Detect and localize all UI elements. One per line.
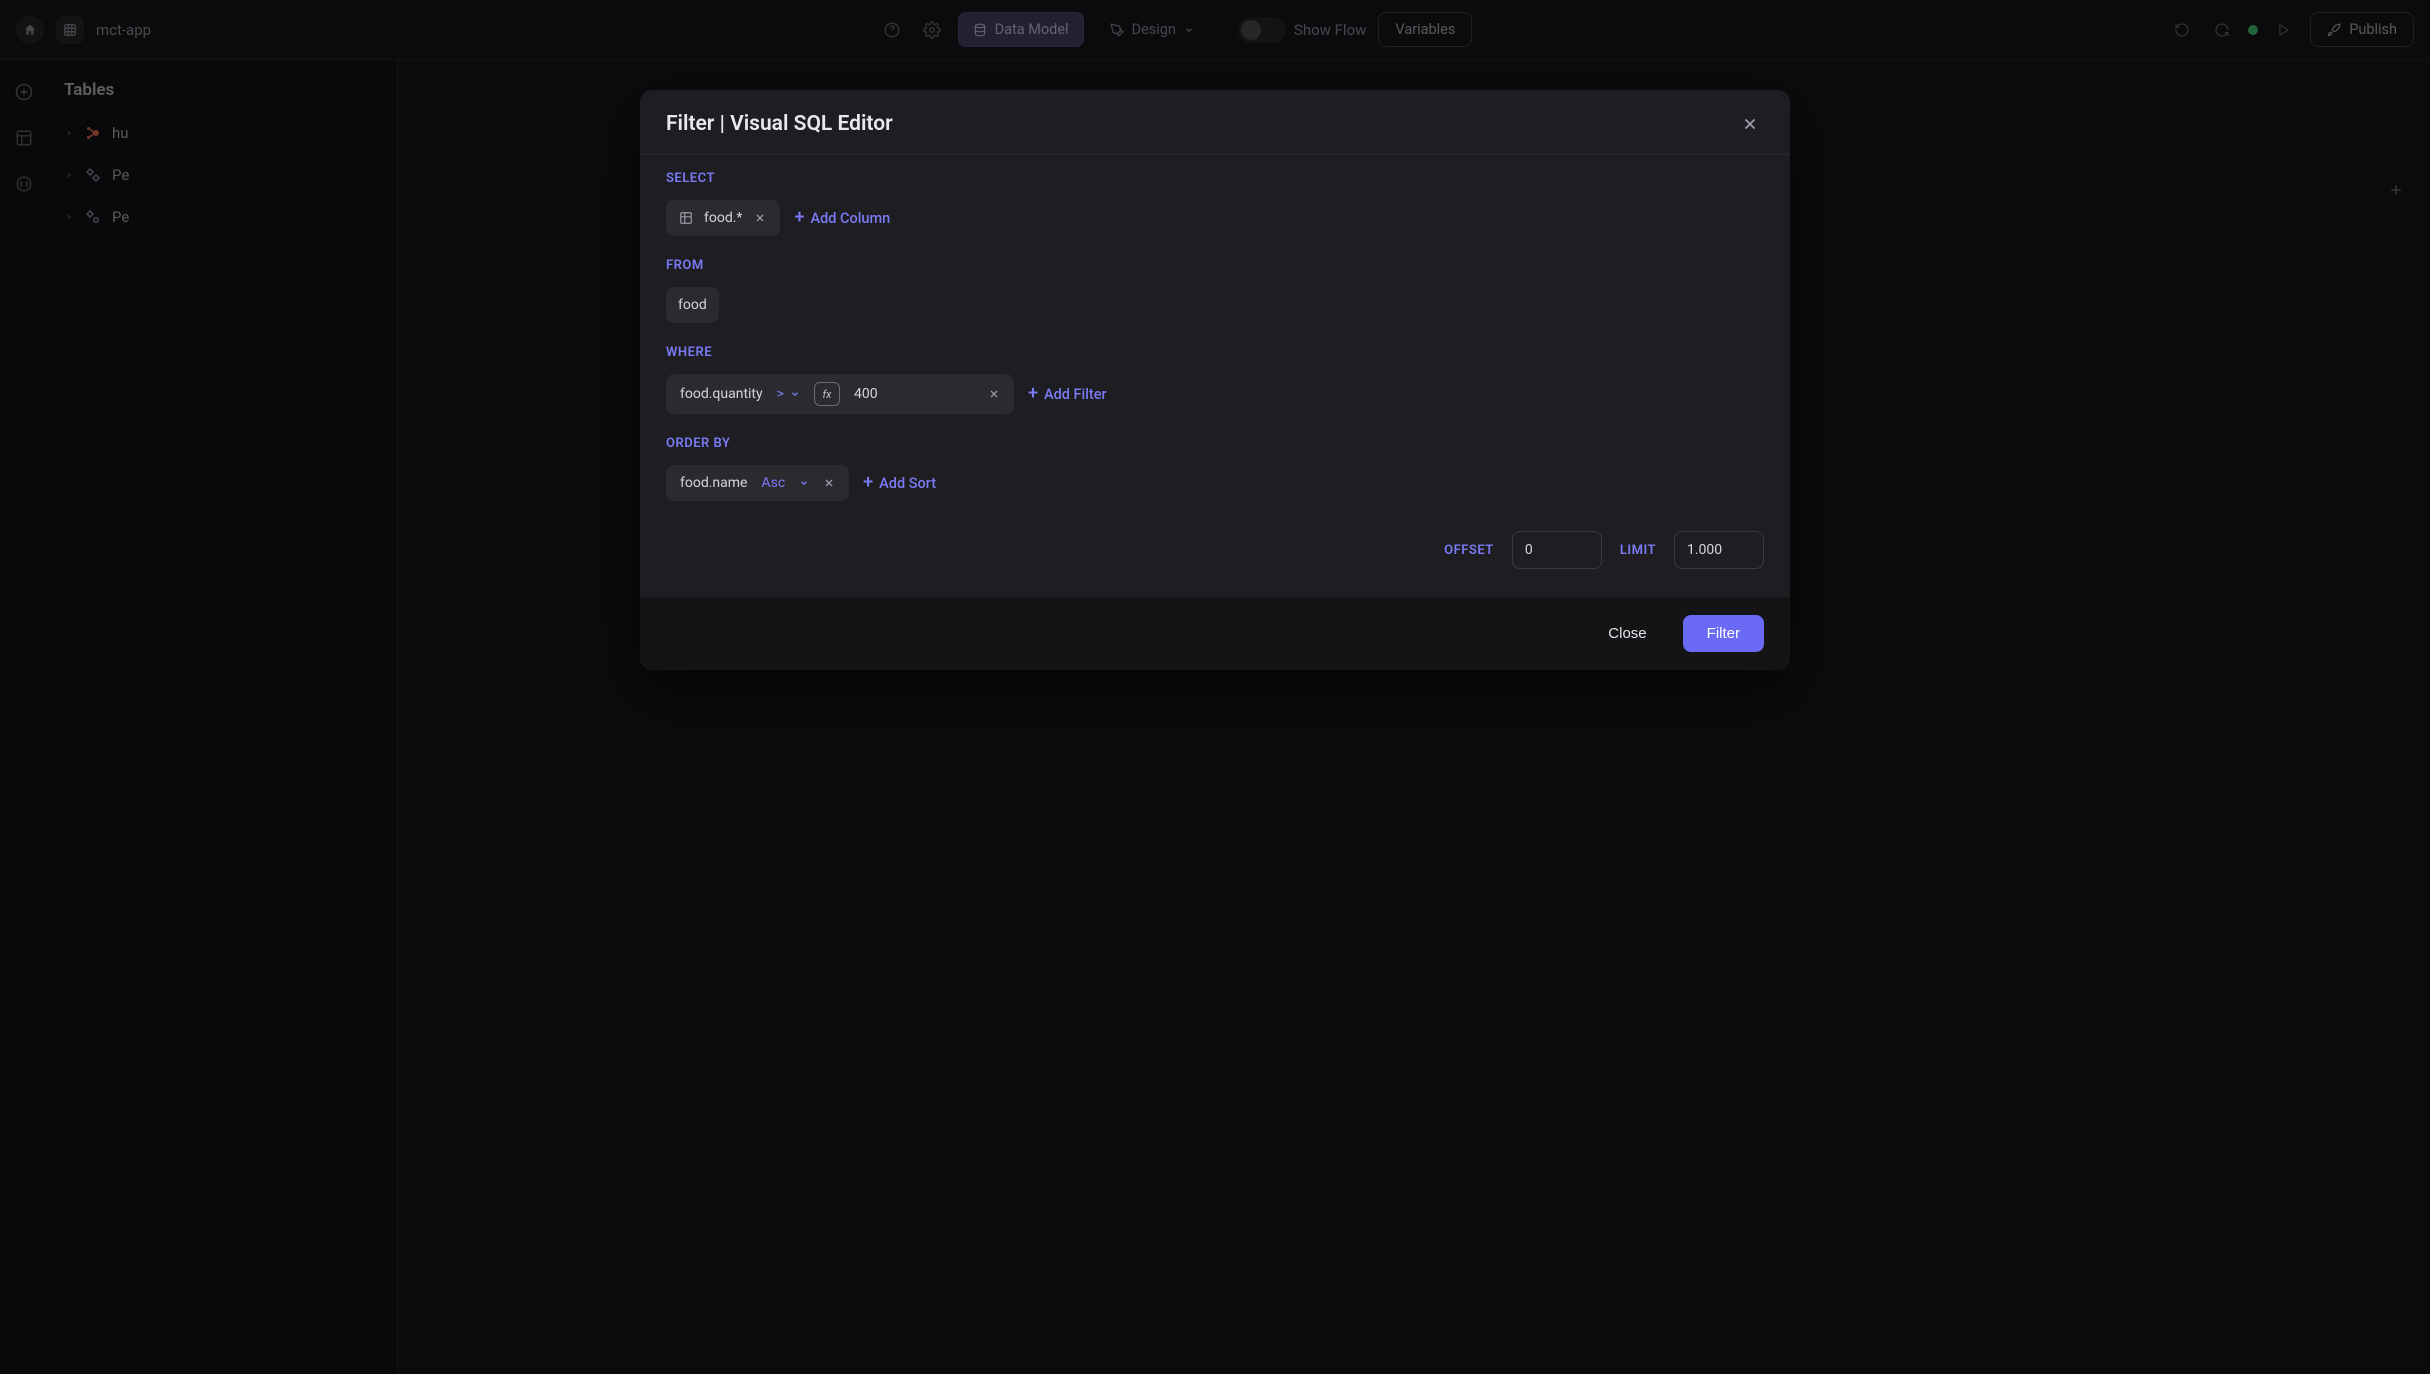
- filter-button[interactable]: Filter: [1683, 615, 1764, 652]
- where-column[interactable]: food.quantity: [680, 386, 763, 402]
- where-operator[interactable]: >: [777, 386, 784, 402]
- where-value[interactable]: 400: [854, 386, 974, 402]
- remove-sort-button[interactable]: [823, 477, 835, 489]
- filter-modal: Filter | Visual SQL Editor SELECT food.*: [640, 90, 1790, 670]
- select-column-text: food.*: [704, 210, 742, 226]
- close-icon: [754, 212, 766, 224]
- add-filter-label: Add Filter: [1044, 386, 1107, 403]
- from-table-text: food: [678, 297, 707, 313]
- direction-dropdown[interactable]: [799, 478, 809, 488]
- offset-label: OFFSET: [1444, 543, 1494, 558]
- fx-button[interactable]: fx: [814, 382, 840, 406]
- offset-input[interactable]: [1512, 531, 1602, 569]
- close-button[interactable]: Close: [1588, 615, 1666, 652]
- plus-icon: +: [863, 474, 873, 492]
- chevron-down-icon: [790, 389, 800, 399]
- modal-close-button[interactable]: [1736, 110, 1764, 138]
- close-icon: [1741, 115, 1759, 133]
- from-table-chip[interactable]: food: [666, 287, 719, 323]
- where-label: WHERE: [666, 345, 1764, 360]
- table-icon: [678, 210, 694, 226]
- remove-column-button[interactable]: [752, 212, 768, 224]
- orderby-direction[interactable]: Asc: [761, 475, 785, 491]
- orderby-label: ORDER BY: [666, 436, 1764, 451]
- where-condition: food.quantity > fx 400: [666, 374, 1014, 414]
- add-column-label: Add Column: [810, 210, 890, 227]
- add-sort-button[interactable]: + Add Sort: [863, 474, 936, 492]
- remove-filter-button[interactable]: [988, 388, 1000, 400]
- orderby-condition: food.name Asc: [666, 465, 849, 501]
- limit-input[interactable]: [1674, 531, 1764, 569]
- modal-title: Filter | Visual SQL Editor: [666, 112, 893, 136]
- chevron-down-icon: [799, 478, 809, 488]
- add-filter-button[interactable]: + Add Filter: [1028, 385, 1107, 403]
- select-column-chip[interactable]: food.*: [666, 200, 780, 236]
- close-icon: [988, 388, 1000, 400]
- operator-dropdown[interactable]: [790, 389, 800, 399]
- orderby-column[interactable]: food.name: [680, 475, 747, 491]
- add-column-button[interactable]: + Add Column: [794, 209, 890, 227]
- close-icon: [823, 477, 835, 489]
- from-label: FROM: [666, 258, 1764, 273]
- plus-icon: +: [794, 209, 804, 227]
- limit-label: LIMIT: [1620, 543, 1656, 558]
- select-label: SELECT: [666, 171, 1764, 186]
- add-sort-label: Add Sort: [879, 475, 936, 492]
- modal-backdrop: Filter | Visual SQL Editor SELECT food.*: [0, 0, 2430, 1374]
- plus-icon: +: [1028, 385, 1038, 403]
